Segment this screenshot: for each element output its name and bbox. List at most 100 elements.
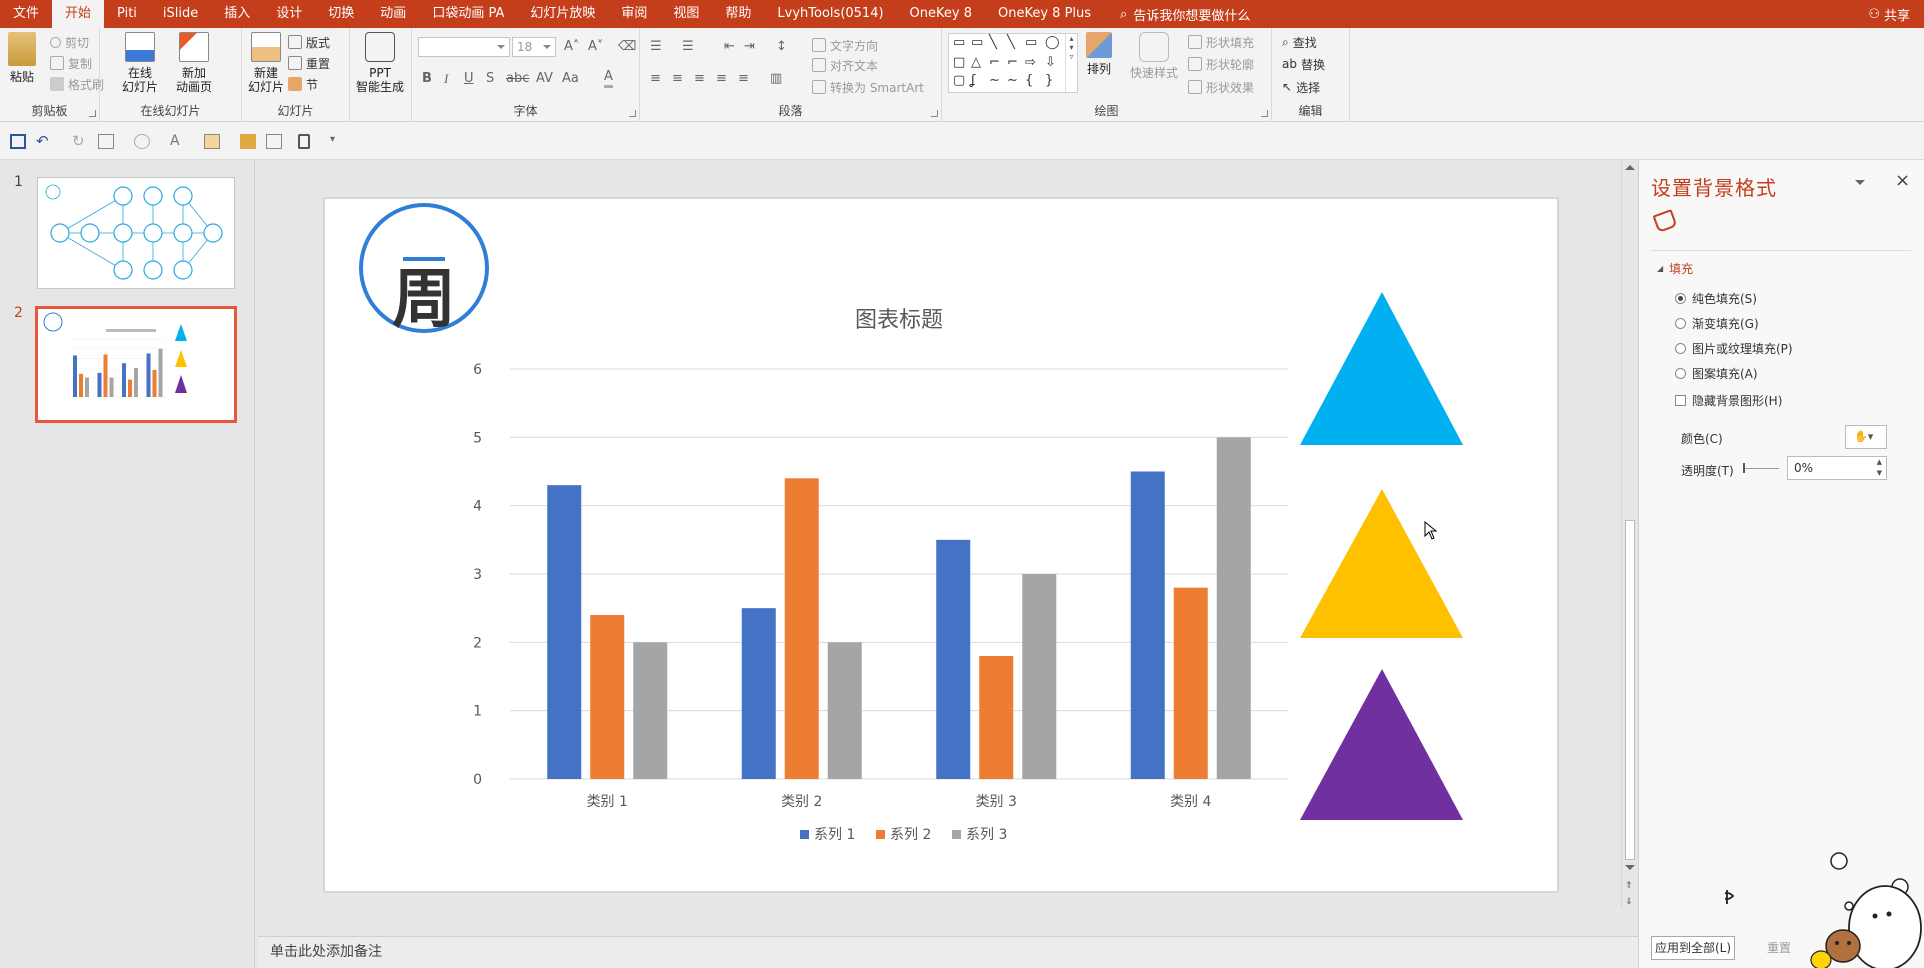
cut-button[interactable]: 剪切 xyxy=(50,33,89,51)
lock-icon[interactable] xyxy=(298,134,310,149)
clear-format-icon[interactable]: ⌫ xyxy=(618,38,636,56)
ribbon-tab-12[interactable]: 帮助 xyxy=(712,0,764,28)
grow-font-icon[interactable]: A˄ xyxy=(564,38,579,56)
strikethrough-icon[interactable]: abc xyxy=(506,70,529,88)
chart-svg[interactable]: 周图表标题 0 1 2 3 4 5 6 类别 1 类别 2 类别 3 类别 4 系列 1 系列 2 系列 3 xyxy=(325,199,1559,893)
shape-tool-icon[interactable] xyxy=(98,134,114,149)
paste-button[interactable]: 粘贴 xyxy=(8,32,36,84)
columns-icon[interactable]: ▥ xyxy=(770,70,782,88)
format-painter-button[interactable]: 格式刷 xyxy=(50,75,104,93)
slide-canvas[interactable]: 周图表标题 0 1 2 3 4 5 6 类别 1 类别 2 类别 3 类别 4 系列 1 系列 2 系列 3 xyxy=(324,198,1558,892)
ribbon-tab-3[interactable]: iSlide xyxy=(150,0,211,28)
font-size-select[interactable]: 18 xyxy=(512,37,556,57)
radio-gradient[interactable] xyxy=(1675,318,1686,329)
shape-effects-button[interactable]: 形状效果 xyxy=(1188,78,1254,96)
ribbon-tab-11[interactable]: 视图 xyxy=(660,0,712,28)
merge-shapes-icon[interactable] xyxy=(134,134,150,149)
ribbon-tab-8[interactable]: 口袋动画 PA xyxy=(419,0,517,28)
pane-options-chevron-icon[interactable] xyxy=(1855,180,1865,190)
save-icon[interactable] xyxy=(10,134,26,149)
ribbon-tab-4[interactable]: 插入 xyxy=(211,0,263,28)
layout-button[interactable]: 版式 xyxy=(288,33,330,51)
shrink-font-icon[interactable]: A˅ xyxy=(588,38,603,56)
line2-shape-icon[interactable]: ╲ xyxy=(1007,36,1015,50)
new-anim-page-button[interactable]: 新加 动画页 xyxy=(176,32,212,94)
arrow-down-shape-icon[interactable]: ⇩ xyxy=(1045,56,1056,70)
arrange-button[interactable]: 排列 xyxy=(1086,32,1112,76)
share-button[interactable]: ⚇ 共享 xyxy=(1868,0,1910,28)
brace-left-shape-icon[interactable]: { xyxy=(1025,74,1033,88)
ppt-ai-button[interactable]: PPT 智能生成 xyxy=(356,32,404,94)
char-spacing-icon[interactable]: AV xyxy=(536,70,553,88)
radio-pattern[interactable] xyxy=(1675,368,1686,379)
hide-bg-checkbox[interactable] xyxy=(1675,395,1686,406)
fill-section-header[interactable]: ◢ 填充 xyxy=(1657,260,1693,277)
triangle-shape-icon[interactable]: △ xyxy=(971,56,981,70)
pane-close-icon[interactable]: × xyxy=(1895,170,1910,191)
rect-shape-icon[interactable]: ▭ xyxy=(1025,36,1037,50)
scroll-down-arrow-icon[interactable] xyxy=(1625,865,1635,870)
notes-pane[interactable]: 单击此处添加备注 xyxy=(258,936,1638,968)
shape-outline-button[interactable]: 形状轮廓 xyxy=(1188,55,1254,73)
radio-solid[interactable] xyxy=(1675,293,1686,304)
vtextbox-shape-icon[interactable]: ▭ xyxy=(971,36,983,50)
apply-all-button[interactable]: 应用到全部(L) xyxy=(1651,936,1735,960)
line-shape-icon[interactable]: ╲ xyxy=(989,36,997,50)
paragraph-launcher-icon[interactable] xyxy=(931,110,938,117)
gradient-fill-option[interactable]: 渐变填充(G) xyxy=(1675,315,1759,332)
dialog-launcher-icon[interactable] xyxy=(89,110,96,117)
quick-styles-button[interactable]: 快速样式 xyxy=(1130,32,1178,80)
solid-fill-option[interactable]: 纯色填充(S) xyxy=(1675,290,1757,307)
fill-bucket-tab-icon[interactable] xyxy=(1652,209,1678,233)
curve2-shape-icon[interactable]: ∼ xyxy=(1007,74,1018,88)
decrease-indent-icon[interactable]: ⇤ xyxy=(724,38,735,56)
picture-fill-option[interactable]: 图片或纹理填充(P) xyxy=(1675,340,1793,357)
numbering-icon[interactable]: ☰ xyxy=(682,38,694,56)
elbow2-shape-icon[interactable]: ⌐ xyxy=(1007,56,1018,70)
increase-indent-icon[interactable]: ⇥ xyxy=(744,38,755,56)
new-slide-button[interactable]: 新建 幻灯片 xyxy=(248,32,284,94)
ribbon-tab-10[interactable]: 审阅 xyxy=(608,0,660,28)
online-slides-button[interactable]: 在线 幻灯片 xyxy=(122,32,158,94)
arrow-right-shape-icon[interactable]: ⇨ xyxy=(1025,56,1036,70)
align-left-icon[interactable]: ≡ xyxy=(650,70,661,88)
slide-thumbnail-2[interactable] xyxy=(35,306,237,423)
curve-shape-icon[interactable]: ∼ xyxy=(989,74,1000,88)
reset-button[interactable]: 重置 xyxy=(288,54,330,72)
justify-icon[interactable]: ≡ xyxy=(716,70,727,88)
find-button[interactable]: ⌕ 查找 xyxy=(1282,33,1317,51)
scroll-up-arrow-icon[interactable] xyxy=(1625,165,1635,170)
customize-qat-icon[interactable]: ▾ xyxy=(330,134,346,149)
redo-icon[interactable]: ↻ xyxy=(72,134,88,149)
ellipse-shape-icon[interactable]: ◯ xyxy=(1045,36,1060,50)
ribbon-tab-1[interactable]: 开始 xyxy=(52,0,105,28)
ribbon-tab-15[interactable]: OneKey 8 Plus xyxy=(985,0,1104,28)
rounded-shape-icon[interactable]: ▢ xyxy=(953,74,965,88)
underline-icon[interactable]: U xyxy=(464,70,474,88)
ribbon-tab-0[interactable]: 文件 xyxy=(0,0,52,28)
undo-icon[interactable]: ↶ xyxy=(36,134,52,149)
ribbon-tab-6[interactable]: 切换 xyxy=(315,0,367,28)
shapes-gallery[interactable]: ▭ ▭ ╲ ╲ ▭ ◯ □ △ ⌐ ⌐ ⇨ ⇩ ▢ ʆ ∼ ∼ { } ▴ ▾ ▿ xyxy=(948,33,1078,93)
text-direction-button[interactable]: 文字方向 xyxy=(812,36,878,54)
scroll-thumb[interactable] xyxy=(1625,520,1635,860)
transparency-slider-thumb[interactable] xyxy=(1743,463,1745,473)
align-right-icon[interactable]: ≡ xyxy=(694,70,705,88)
ribbon-tab-7[interactable]: 动画 xyxy=(367,0,419,28)
ribbon-tab-9[interactable]: 幻灯片放映 xyxy=(517,0,608,28)
color-picker-button[interactable]: ✋▾ xyxy=(1845,425,1887,449)
gallery-scroll[interactable]: ▴ ▾ ▿ xyxy=(1065,34,1077,92)
font-launcher-icon[interactable] xyxy=(629,110,636,117)
next-slide-icon[interactable]: ⇓ xyxy=(1625,898,1633,907)
select-button[interactable]: ↖ 选择 xyxy=(1282,78,1320,96)
spinner-icon[interactable]: ▲ ▼ xyxy=(1877,457,1882,479)
tell-me-search[interactable]: ⌕ 告诉我你想要做什么 xyxy=(1120,0,1250,28)
ribbon-tab-5[interactable]: 设计 xyxy=(263,0,315,28)
replace-button[interactable]: ab 替换 xyxy=(1282,55,1325,73)
ribbon-tab-14[interactable]: OneKey 8 xyxy=(897,0,985,28)
pattern-fill-option[interactable]: 图案填充(A) xyxy=(1675,365,1758,382)
elbow-shape-icon[interactable]: ⌐ xyxy=(989,56,1000,70)
slide-thumbnail-1[interactable] xyxy=(37,177,235,289)
align-center-icon[interactable]: ≡ xyxy=(672,70,683,88)
change-case-icon[interactable]: Aa xyxy=(562,70,579,88)
